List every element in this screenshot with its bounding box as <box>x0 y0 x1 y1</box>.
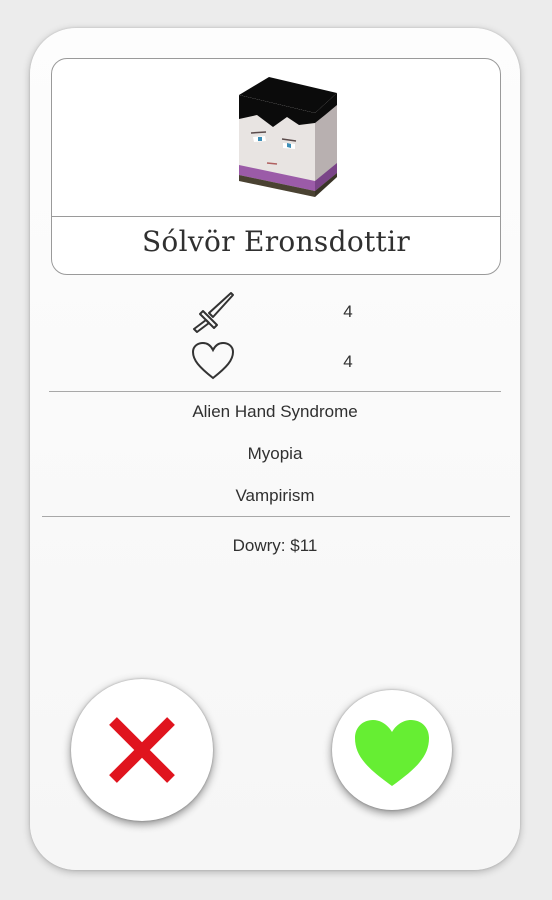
green-heart-icon <box>355 720 429 786</box>
health-value: 4 <box>343 352 353 371</box>
stats-divider <box>49 391 501 392</box>
avatar <box>239 77 337 197</box>
trait-item: Vampirism <box>235 486 315 505</box>
red-x-icon <box>109 717 175 783</box>
trait-item: Alien Hand Syndrome <box>192 402 358 421</box>
traits-divider <box>42 516 510 517</box>
profile-header: Sólvör Eronsdottir <box>51 58 501 275</box>
profile-card: Sólvör Eronsdottir 4 4 Alien Hand Syndro… <box>30 28 520 870</box>
accept-button[interactable] <box>332 690 452 810</box>
name-divider <box>52 216 500 217</box>
reject-button[interactable] <box>71 679 213 821</box>
trait-item: Myopia <box>247 444 303 463</box>
heart-outline-icon <box>191 341 235 380</box>
sword-icon <box>193 292 234 333</box>
attack-value: 4 <box>343 302 353 321</box>
profile-name: Sólvör Eronsdottir <box>141 225 411 258</box>
avatar-area <box>52 59 500 216</box>
dowry-label: Dowry: $11 <box>232 536 318 555</box>
